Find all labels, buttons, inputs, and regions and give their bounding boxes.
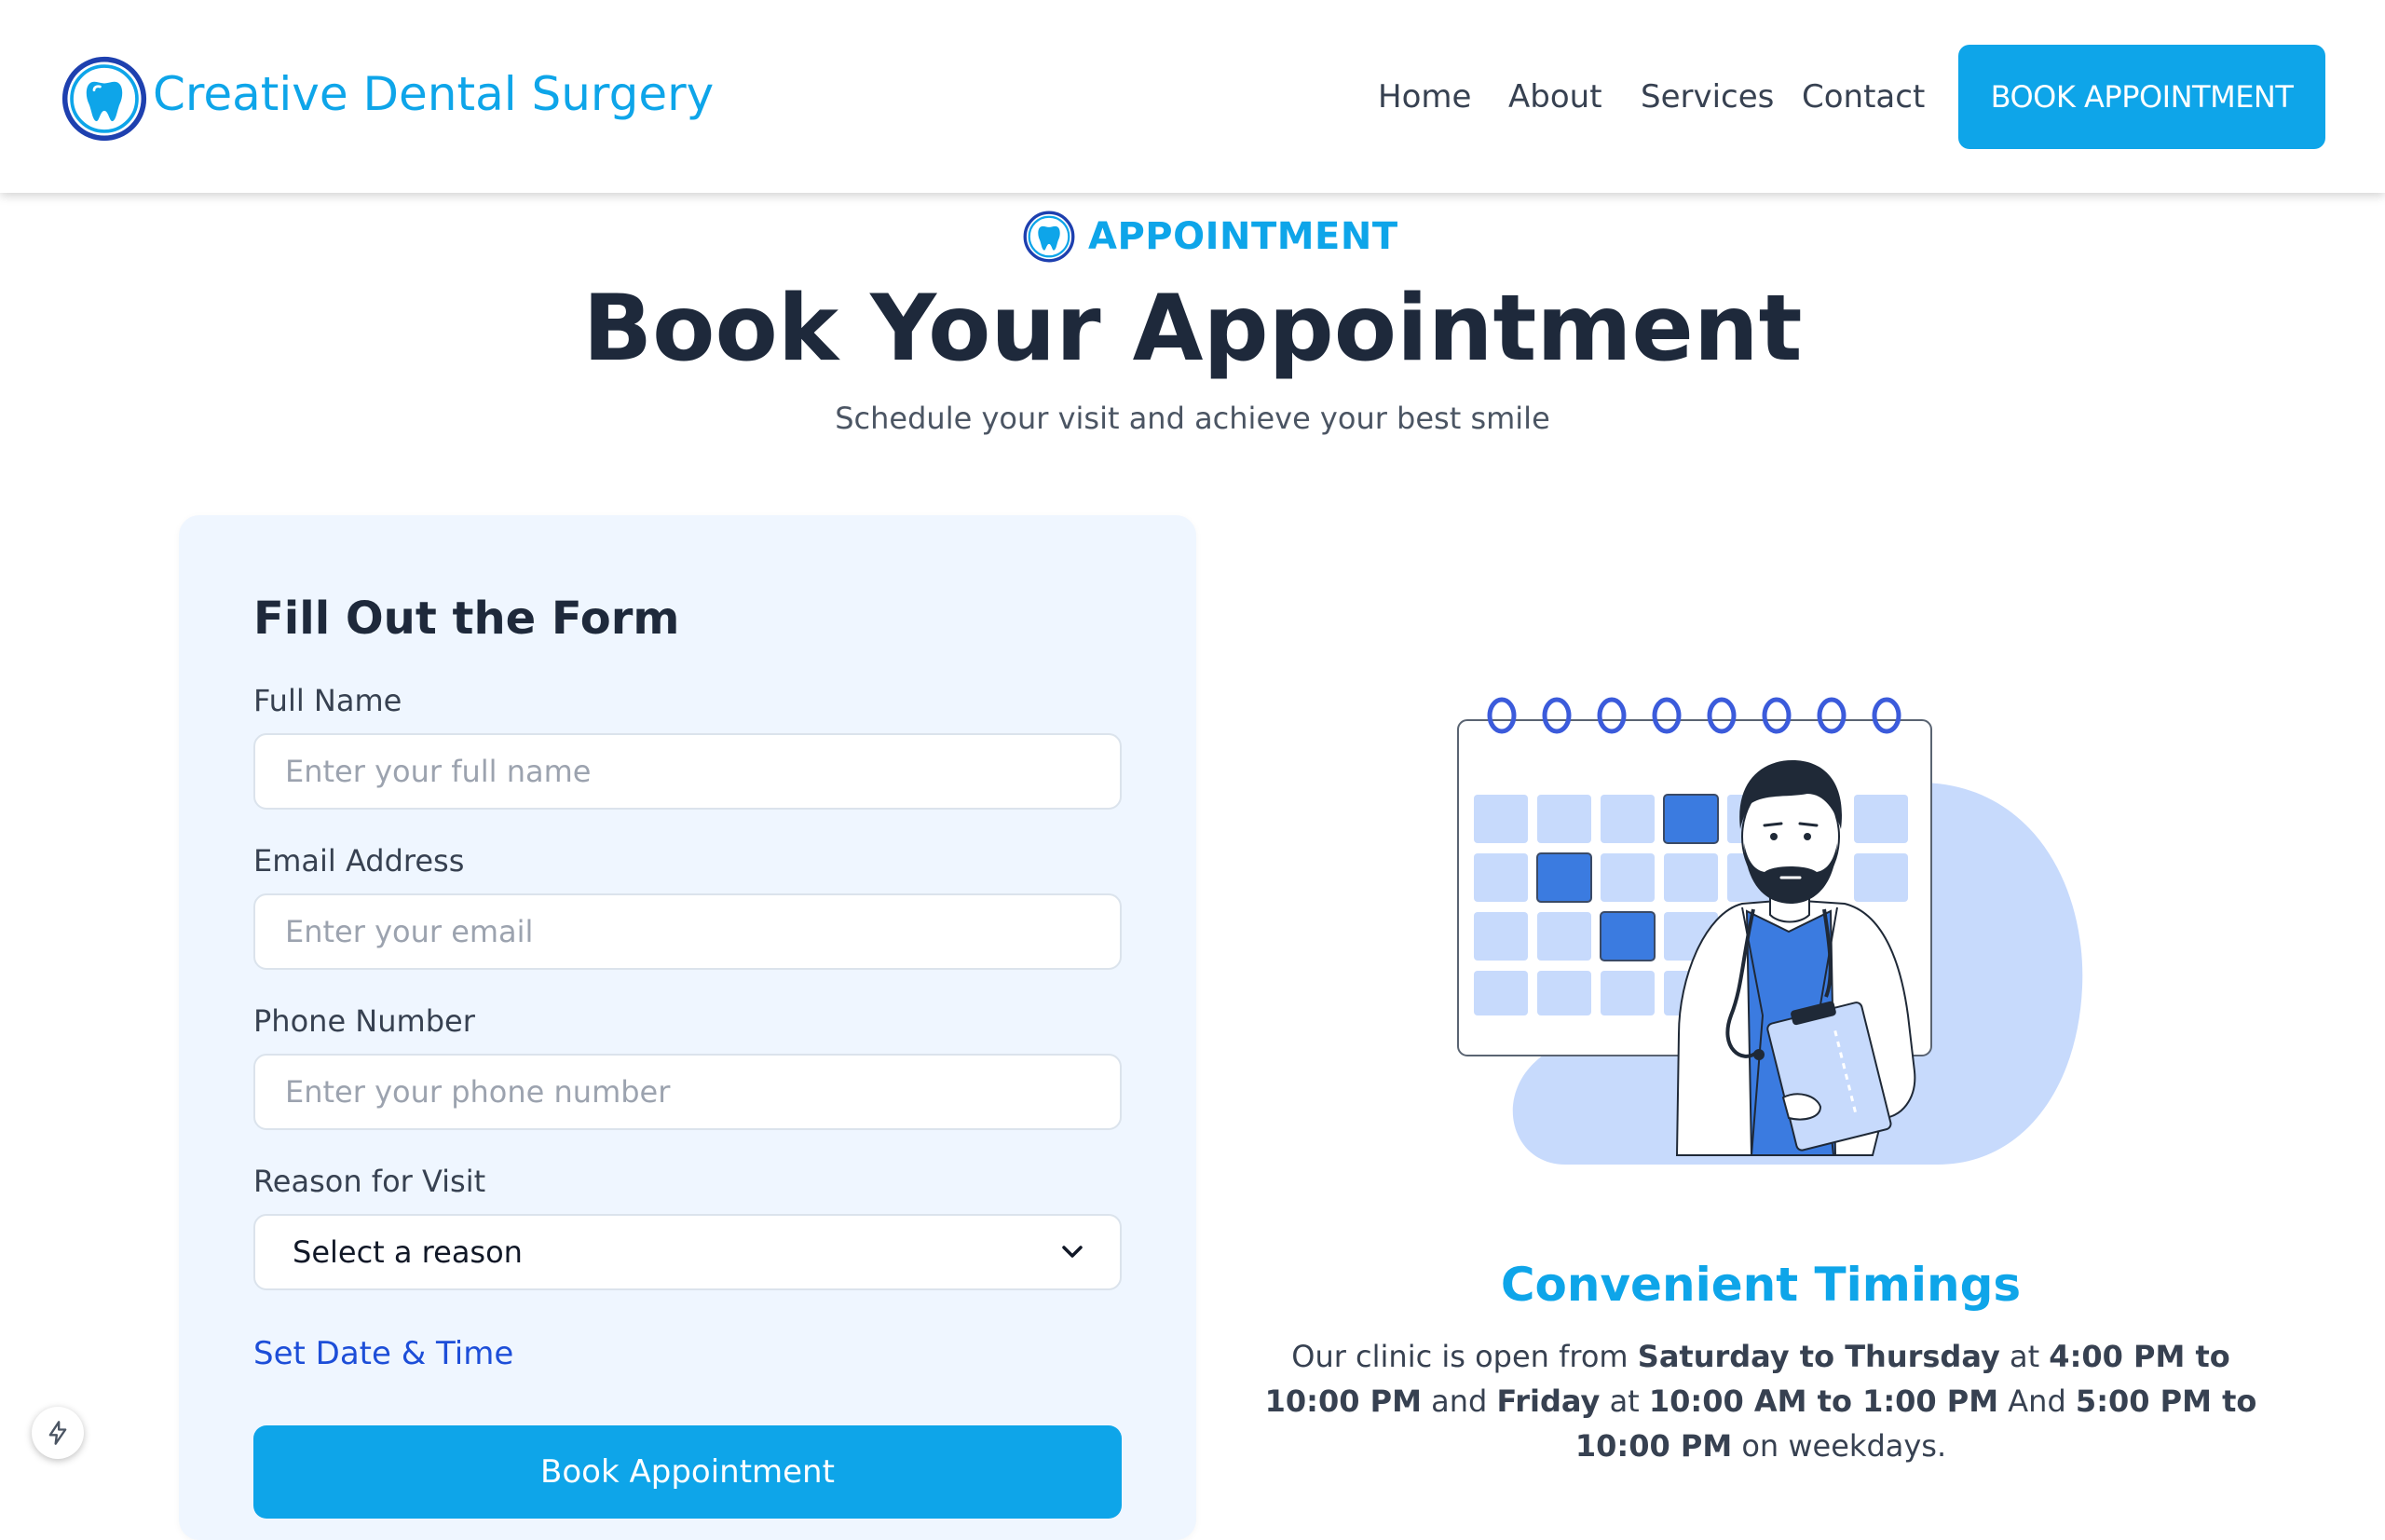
timings-text-part: and [1421,1383,1497,1419]
timings-text-part: Our clinic is open from [1291,1339,1638,1374]
timings-hours-friday-morning: 10:00 AM to 1:00 PM [1648,1383,1999,1419]
section-tag: APPOINTMENT [1023,209,1398,265]
full-name-input[interactable] [253,733,1122,810]
brand-name[interactable]: Creative Dental Surgery [153,67,714,121]
site-header: Creative Dental Surgery Home About Servi… [0,0,2385,193]
timings-text: Our clinic is open from Saturday to Thur… [1248,1334,2273,1468]
timings-days-sat-thu: Saturday to Thursday [1637,1339,2000,1374]
page-title: Book Your Appointment [582,276,1803,382]
appointment-form: Fill Out the Form Full Name Email Addres… [179,515,1196,1540]
reason-select[interactable]: Select a reason [253,1214,1122,1290]
set-date-time-link[interactable]: Set Date & Time [253,1335,513,1372]
page-subtitle: Schedule your visit and achieve your bes… [835,401,1550,436]
email-label: Email Address [253,843,465,879]
floating-badge-button[interactable] [32,1407,84,1459]
nav-about[interactable]: About [1508,78,1602,116]
nav-home[interactable]: Home [1378,78,1471,116]
chevron-down-icon [1062,1246,1083,1258]
doctor-calendar-illustration [1457,697,2083,1165]
tooth-icon [1023,211,1075,263]
timings-day-friday: Friday [1496,1383,1601,1419]
nav-services[interactable]: Services [1641,78,1774,116]
lightning-icon [48,1421,67,1445]
timings-title: Convenient Timings [1500,1258,2022,1312]
book-appointment-submit-button[interactable]: Book Appointment [253,1425,1122,1519]
phone-input[interactable] [253,1054,1122,1130]
timings-text-part: on weekdays. [1732,1428,1947,1464]
phone-label: Phone Number [253,1003,475,1039]
form-title: Fill Out the Form [253,593,680,645]
timings-text-part: at [1600,1383,1649,1419]
email-input[interactable] [253,893,1122,970]
timings-text-part: And [1998,1383,2076,1419]
nav-contact[interactable]: Contact [1802,78,1925,116]
tooth-icon[interactable] [61,56,147,142]
reason-select-value: Select a reason [293,1234,523,1270]
full-name-label: Full Name [253,683,402,718]
book-appointment-nav-button[interactable]: BOOK APPOINTMENT [1958,45,2325,149]
section-tag-label: APPOINTMENT [1088,215,1398,258]
reason-label: Reason for Visit [253,1164,486,1199]
timings-text-part: at [1999,1339,2050,1374]
